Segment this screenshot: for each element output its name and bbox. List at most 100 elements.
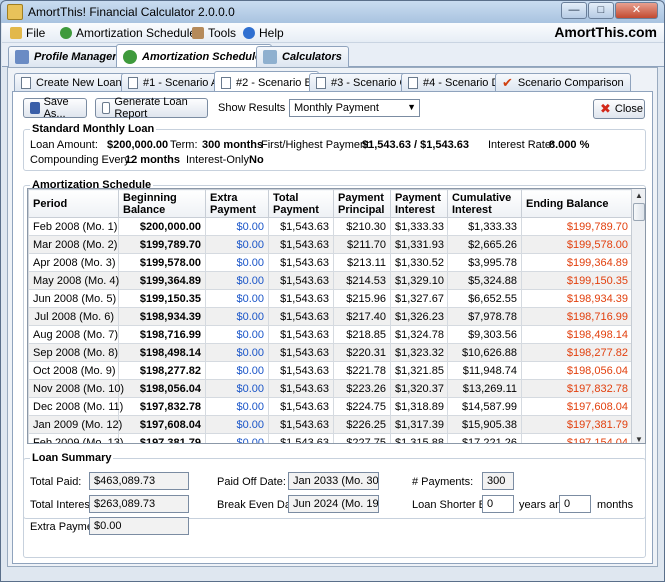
- menu-amortization-label: Amortization Scheduler: [76, 26, 201, 40]
- cell-cum: $17,221.26: [447, 433, 522, 443]
- cell-period: Mar 2008 (Mo. 2): [28, 235, 119, 254]
- table-row[interactable]: Oct 2008 (Mo. 9) $198,277.82 $0.00 $1,543.6…: [28, 361, 633, 380]
- cell-interest: $1,329.10: [390, 271, 448, 290]
- cell-principal: $217.40: [333, 307, 391, 326]
- show-results-select[interactable]: Monthly Payment ▼: [289, 99, 420, 117]
- schedule-scrollbar[interactable]: ▲ ▼: [631, 189, 645, 443]
- document-icon: [221, 76, 231, 89]
- cell-beg: $199,364.89: [118, 271, 206, 290]
- cell-interest: $1,317.39: [390, 415, 448, 434]
- tab-scenario-a[interactable]: #1 - Scenario A: [121, 73, 226, 92]
- total-interest-label: Total Interest:: [30, 499, 97, 511]
- cell-cum: $15,905.38: [447, 415, 522, 434]
- cell-beg: $200,000.00: [118, 217, 206, 236]
- table-row[interactable]: Aug 2008 (Mo. 7) $198,716.99 $0.00 $1,543.6…: [28, 325, 633, 344]
- table-row[interactable]: Dec 2008 (Mo. 11) $197,832.78 $0.00 $1,543.…: [28, 397, 633, 416]
- save-icon: [30, 102, 40, 114]
- cell-beg: $198,498.14: [118, 343, 206, 362]
- cell-extra: $0.00: [205, 271, 269, 290]
- cell-period: Feb 2009 (Mo. 13): [28, 433, 124, 443]
- col-beginning-balance[interactable]: Beginning Balance: [118, 189, 206, 218]
- tab-scenario-c[interactable]: #3 - Scenario C: [309, 73, 415, 92]
- cell-cum: $7,978.78: [447, 307, 522, 326]
- cell-beg: $199,150.35: [118, 289, 206, 308]
- col-extra-payment[interactable]: Extra Payment: [205, 189, 269, 218]
- menu-file[interactable]: File: [10, 26, 45, 40]
- table-row[interactable]: Sep 2008 (Mo. 8) $198,498.14 $0.00 $1,543.6…: [28, 343, 633, 362]
- break-even-field: Jun 2024 (Mo. 197): [288, 495, 379, 513]
- col-payment-interest[interactable]: Payment Interest: [390, 189, 448, 218]
- cell-beg: $197,832.78: [118, 397, 206, 416]
- menu-amortization-scheduler[interactable]: Amortization Scheduler: [60, 26, 200, 40]
- minimize-button[interactable]: —: [561, 2, 587, 19]
- cell-principal: $218.85: [333, 325, 391, 344]
- cell-period: Jan 2009 (Mo. 12): [28, 415, 122, 434]
- shorter-months-field[interactable]: 0: [559, 495, 591, 513]
- tab-amortization-scheduler[interactable]: Amortization Scheduler: [116, 44, 273, 68]
- table-row[interactable]: Feb 2008 (Mo. 1) $200,000.00 $0.00 $1,543.6…: [28, 217, 633, 236]
- scroll-up-icon[interactable]: ▲: [633, 189, 645, 203]
- folder-icon: [10, 27, 22, 39]
- tab-profile-manager[interactable]: Profile Manager: [8, 46, 124, 67]
- table-row[interactable]: Apr 2008 (Mo. 3) $199,578.00 $0.00 $1,543.6…: [28, 253, 633, 272]
- cell-total: $1,543.63: [268, 289, 334, 308]
- main-tab-strip: Profile Manager Amortization Scheduler C…: [2, 43, 664, 68]
- col-ending-balance[interactable]: Ending Balance: [521, 189, 633, 218]
- col-cumulative-interest[interactable]: Cumulative Interest: [447, 189, 522, 218]
- col-period[interactable]: Period: [28, 189, 119, 218]
- paid-off-field: Jan 2033 (Mo. 300): [288, 472, 379, 490]
- cell-principal: $214.53: [333, 271, 391, 290]
- tab-scenario-comparison[interactable]: ✔ Scenario Comparison: [495, 73, 631, 92]
- payment-value: $1,543.63 / $1,543.63: [362, 139, 470, 151]
- table-row[interactable]: Mar 2008 (Mo. 2) $199,789.70 $0.00 $1,543.6…: [28, 235, 633, 254]
- table-row[interactable]: Nov 2008 (Mo. 10) $198,056.04 $0.00 $1,543.…: [28, 379, 633, 398]
- cell-period: Dec 2008 (Mo. 11): [28, 397, 123, 416]
- cell-extra: $0.00: [205, 325, 269, 344]
- close-button[interactable]: ✖ Close: [593, 99, 645, 119]
- tab-scenario-b[interactable]: #2 - Scenario B: [214, 71, 319, 93]
- menu-help[interactable]: Help: [243, 26, 284, 40]
- cell-end: $197,832.78: [521, 379, 633, 398]
- cell-beg: $198,934.39: [118, 307, 206, 326]
- cell-period: Feb 2008 (Mo. 1): [28, 217, 119, 236]
- tab-create-new-loan[interactable]: Create New Loan: [14, 73, 129, 92]
- generate-report-label: Generate Loan Report: [114, 96, 188, 120]
- cell-extra: $0.00: [205, 361, 269, 380]
- menu-tools[interactable]: Tools: [192, 26, 236, 40]
- cell-cum: $11,948.74: [447, 361, 522, 380]
- col-total-payment[interactable]: Total Payment: [268, 189, 334, 218]
- tab-calculators[interactable]: Calculators: [256, 46, 349, 67]
- extra-payments-field: $0.00: [89, 517, 189, 535]
- scroll-down-icon[interactable]: ▼: [633, 433, 645, 443]
- cell-principal: $220.31: [333, 343, 391, 362]
- tab-scenario-d[interactable]: #4 - Scenario D: [401, 73, 507, 92]
- status-bar: [2, 567, 664, 581]
- table-row[interactable]: Jan 2009 (Mo. 12) $197,608.04 $0.00 $1,543.…: [28, 415, 633, 434]
- schedule-grid[interactable]: Period Beginning Balance Extra Payment T…: [27, 188, 646, 444]
- scenario-tab-strip: Create New Loan #1 - Scenario A #2 - Sce…: [12, 71, 652, 93]
- col-payment-principal[interactable]: Payment Principal: [333, 189, 391, 218]
- cell-principal: $221.78: [333, 361, 391, 380]
- cell-extra: $0.00: [205, 343, 269, 362]
- dollar-icon: [123, 49, 137, 64]
- schedule-table: Period Beginning Balance Extra Payment T…: [28, 189, 633, 443]
- table-row[interactable]: Jun 2008 (Mo. 5) $199,150.35 $0.00 $1,543.6…: [28, 289, 633, 308]
- generate-report-button[interactable]: Generate Loan Report: [95, 96, 208, 120]
- cell-beg: $199,578.00: [118, 253, 206, 272]
- table-row[interactable]: Feb 2009 (Mo. 13) $197,381.79 $0.00 $1,543.…: [28, 433, 633, 443]
- save-as-button[interactable]: Save As...: [23, 96, 87, 120]
- maximize-button[interactable]: □: [588, 2, 614, 19]
- compounding-label: Compounding Every:: [30, 154, 133, 166]
- table-row[interactable]: Jul 2008 (Mo. 6) $198,934.39 $0.00 $1,543.6…: [28, 307, 633, 326]
- tab-scenario-a-label: #1 - Scenario A: [143, 77, 219, 89]
- cell-principal: $224.75: [333, 397, 391, 416]
- cell-beg: $198,716.99: [118, 325, 206, 344]
- cell-cum: $3,995.78: [447, 253, 522, 272]
- cell-period: May 2008 (Mo. 4): [28, 271, 119, 290]
- scroll-thumb[interactable]: [633, 203, 645, 221]
- cell-end: $198,056.04: [521, 361, 633, 380]
- table-row[interactable]: May 2008 (Mo. 4) $199,364.89 $0.00 $1,543.6…: [28, 271, 633, 290]
- shorter-years-field[interactable]: 0: [482, 495, 514, 513]
- num-payments-field: 300: [482, 472, 514, 490]
- close-window-button[interactable]: ✕: [615, 2, 658, 19]
